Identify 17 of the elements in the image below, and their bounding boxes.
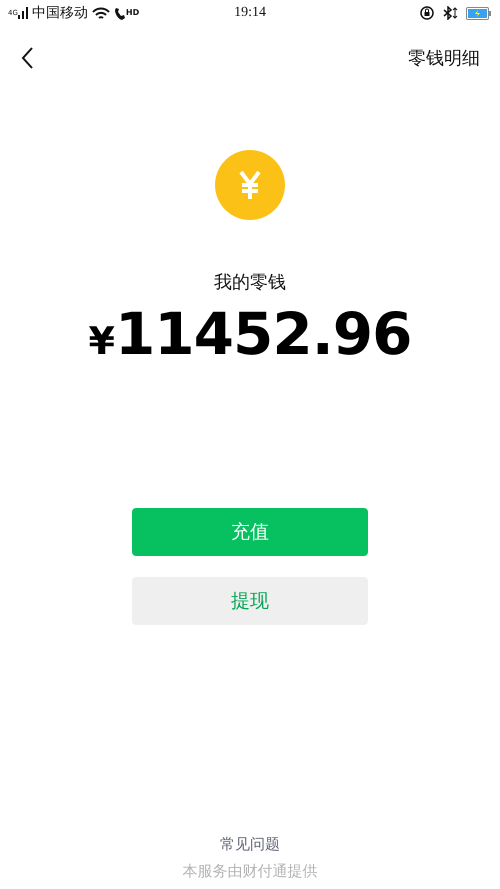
balance-amount: 11452.96 bbox=[114, 300, 412, 368]
back-button[interactable] bbox=[20, 46, 34, 70]
carrier-name: 中国移动 bbox=[32, 4, 88, 22]
balance-label: 我的零钱 bbox=[214, 271, 286, 294]
provider-note: 本服务由财付通提供 bbox=[182, 862, 318, 881]
change-details-link[interactable]: 零钱明细 bbox=[408, 46, 480, 70]
phone-icon bbox=[114, 6, 126, 20]
rotation-lock-icon bbox=[420, 6, 434, 20]
wifi-icon bbox=[92, 6, 110, 20]
battery-icon bbox=[466, 6, 492, 20]
signal-icon bbox=[18, 7, 28, 19]
bluetooth-icon bbox=[442, 6, 458, 20]
hd-label: HD bbox=[126, 8, 140, 17]
faq-link[interactable]: 常见问题 bbox=[220, 835, 280, 854]
coin-icon bbox=[215, 150, 285, 220]
status-time: 19:14 bbox=[234, 5, 266, 21]
currency-symbol: ¥ bbox=[88, 319, 115, 363]
